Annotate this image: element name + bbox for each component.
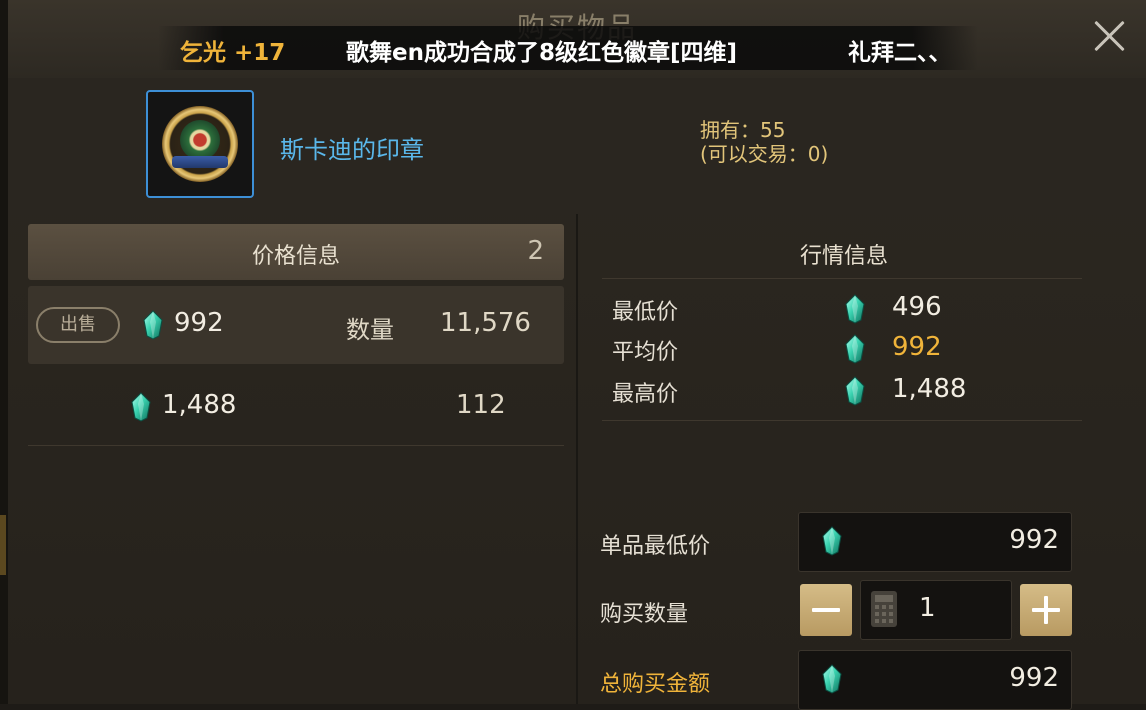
- listing-quantity: 11,576: [440, 308, 531, 338]
- quantity-value: 1: [919, 593, 936, 623]
- gem-icon: [844, 334, 866, 364]
- item-name: 斯卡迪的印章: [280, 136, 424, 164]
- decrease-button[interactable]: [800, 584, 852, 636]
- panel-divider: [576, 214, 578, 704]
- gem-icon: [844, 294, 866, 324]
- ticker-message-a: 乞光 +17: [180, 40, 286, 66]
- unit-min-price: 992: [1009, 525, 1059, 555]
- medal-center: [180, 120, 220, 160]
- listing-price: 1,488: [162, 390, 237, 420]
- listing-quantity: 112: [456, 390, 506, 420]
- total-amount: 992: [1009, 663, 1059, 693]
- gem-icon: [844, 376, 866, 406]
- listing-row[interactable]: 出售 992 数量 11,576: [28, 286, 564, 364]
- unit-min-price-label: 单品最低价: [600, 534, 711, 559]
- market-info-panel: 行情信息 最低价 496 平均价 992 最高价 1,488 单品最低价 992…: [594, 220, 1094, 710]
- plus-icon: [1044, 596, 1048, 624]
- listing-price: 992: [174, 308, 224, 338]
- gem-icon: [142, 310, 164, 340]
- listing-row[interactable]: 1,488 112: [28, 368, 564, 446]
- row-divider: [28, 445, 564, 446]
- quantity-label: 数量: [346, 316, 394, 344]
- average-price: 992: [892, 332, 942, 362]
- seal-medal-icon: [162, 106, 238, 182]
- title-bar: 购买物品 乞光 +17 歌舞en成功合成了8级红色徽章[四维] 礼拜二、、: [8, 0, 1146, 79]
- left-edge-strip: [0, 0, 8, 704]
- calculator-icon[interactable]: [871, 591, 897, 627]
- price-info-panel: 价格信息 2 出售 992 数量 11,576 1,488 112: [18, 220, 574, 704]
- highest-price-label: 最高价: [612, 382, 679, 407]
- edge-marker: [0, 515, 6, 575]
- ticker-message-c: 礼拜二、、: [848, 40, 952, 66]
- broadcast-ticker: 乞光 +17 歌舞en成功合成了8级红色徽章[四维] 礼拜二、、: [158, 26, 978, 70]
- total-amount-field: 992: [798, 650, 1072, 710]
- ticker-message-b: 歌舞en成功合成了8级红色徽章[四维]: [346, 40, 737, 66]
- average-price-label: 平均价: [612, 340, 679, 365]
- total-amount-label: 总购买金额: [600, 672, 711, 697]
- owned-count: 拥有：55 (可以交易：0): [700, 118, 828, 166]
- close-icon[interactable]: [1088, 14, 1132, 58]
- divider: [602, 420, 1082, 421]
- sell-button[interactable]: 出售: [36, 307, 120, 343]
- item-slot[interactable]: [146, 90, 254, 198]
- purchase-quantity-label: 购买数量: [600, 602, 689, 627]
- owned-label: 拥有：55: [700, 118, 786, 142]
- increase-button[interactable]: [1020, 584, 1072, 636]
- price-info-title: 价格信息: [251, 244, 340, 269]
- price-info-header: 价格信息 2: [28, 224, 564, 280]
- highest-price: 1,488: [892, 374, 967, 404]
- tradeable-label: (可以交易：0): [700, 142, 829, 166]
- medal-ribbon: [172, 156, 228, 168]
- gem-icon: [821, 664, 843, 694]
- item-header: 斯卡迪的印章 拥有：55 (可以交易：0): [8, 78, 1146, 210]
- divider: [602, 278, 1082, 279]
- market-info-title: 行情信息: [799, 244, 888, 269]
- minus-icon: [812, 608, 840, 612]
- lowest-price-label: 最低价: [612, 300, 679, 325]
- listing-count: 2: [527, 236, 544, 266]
- unit-min-price-field: 992: [798, 512, 1072, 572]
- gem-icon: [130, 392, 152, 422]
- lowest-price: 496: [892, 292, 942, 322]
- quantity-input[interactable]: 1: [860, 580, 1012, 640]
- gem-icon: [821, 526, 843, 556]
